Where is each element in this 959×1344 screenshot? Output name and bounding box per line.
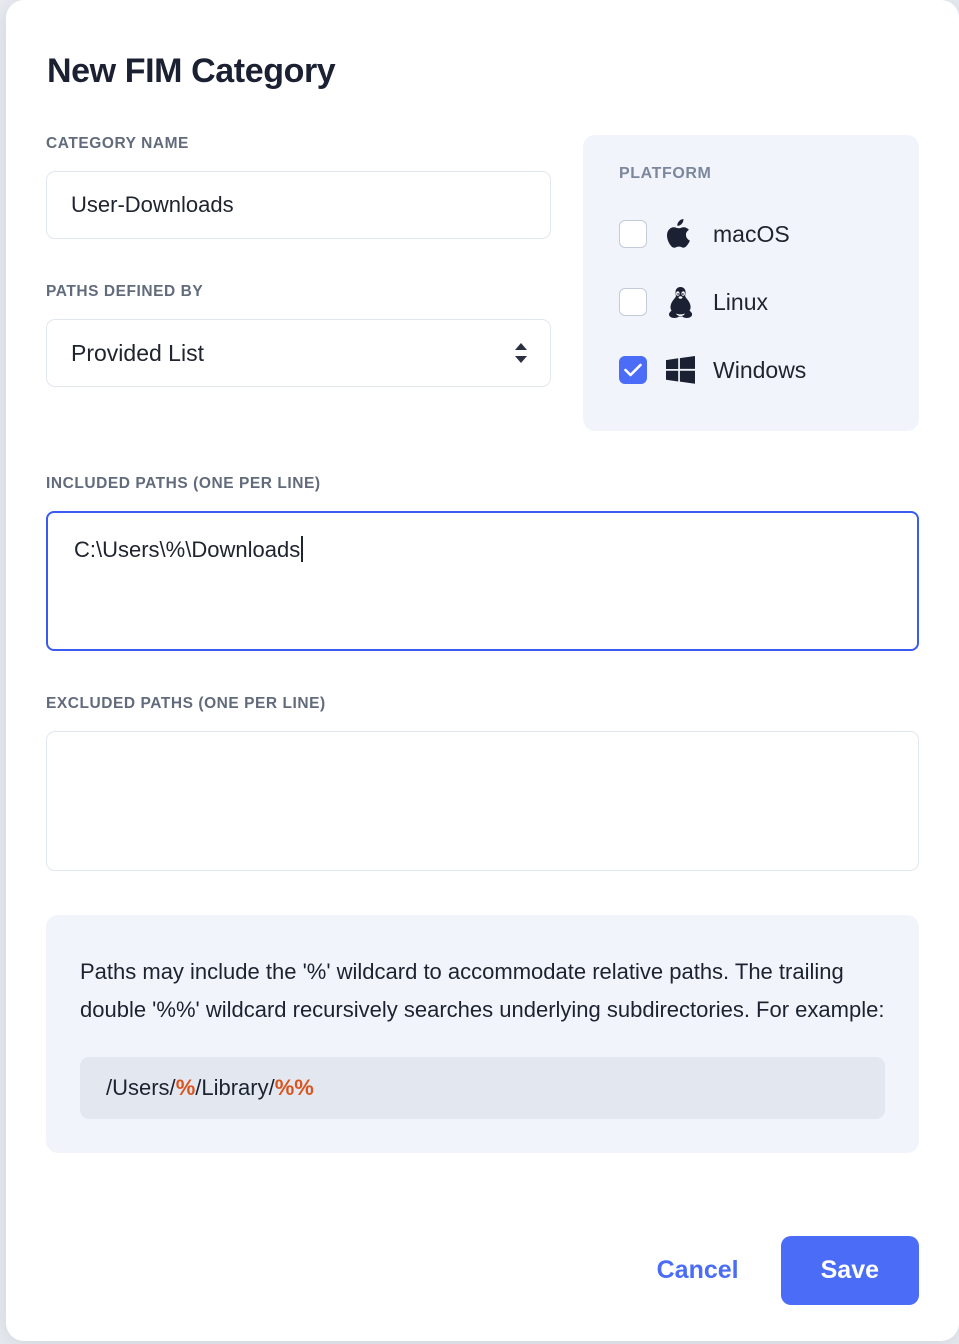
- example-wildcard-1: %: [175, 1074, 196, 1100]
- wildcard-help-panel: Paths may include the '%' wildcard to ac…: [46, 915, 919, 1153]
- example-part-1: /Users/: [106, 1074, 176, 1100]
- wildcard-example-code: /Users/%/Library/%%: [80, 1056, 885, 1119]
- linux-checkbox[interactable]: [619, 288, 647, 316]
- paths-defined-by-value: Provided List: [71, 339, 204, 366]
- included-paths-field-group: INCLUDED PATHS (ONE PER LINE) C:\Users\%…: [46, 475, 919, 651]
- cancel-button[interactable]: Cancel: [653, 1250, 743, 1291]
- save-button[interactable]: Save: [780, 1236, 919, 1305]
- included-paths-value: C:\Users\%\Downloads: [74, 537, 301, 562]
- category-name-label: CATEGORY NAME: [46, 135, 189, 152]
- page-title: New FIM Category: [47, 52, 336, 90]
- platform-option-macos[interactable]: macOS: [619, 211, 891, 257]
- included-paths-label: INCLUDED PATHS (ONE PER LINE): [46, 475, 321, 492]
- platform-option-linux[interactable]: Linux: [619, 279, 891, 325]
- linux-icon: [665, 286, 695, 318]
- example-part-2: /Library/: [195, 1074, 275, 1100]
- platform-panel: PLATFORM macOS Linux Windows: [583, 135, 919, 431]
- paths-defined-by-field-group: PATHS DEFINED BY Provided List: [46, 283, 551, 387]
- category-name-field-group: CATEGORY NAME: [46, 135, 551, 239]
- macos-checkbox[interactable]: [619, 220, 647, 248]
- screen: ries ne whether specified directories or…: [0, 0, 959, 1344]
- chevron-up-down-icon: [513, 342, 529, 364]
- left-form-column: CATEGORY NAME PATHS DEFINED BY Provided …: [46, 135, 551, 431]
- windows-icon: [665, 356, 695, 384]
- example-wildcard-2: %%: [274, 1074, 314, 1100]
- paths-defined-by-label: PATHS DEFINED BY: [46, 283, 204, 300]
- category-name-input[interactable]: [46, 171, 551, 239]
- platform-option-label: macOS: [713, 220, 790, 247]
- platform-option-label: Windows: [713, 356, 807, 383]
- dialog-footer: Cancel Save: [653, 1236, 919, 1305]
- apple-icon: [665, 219, 695, 249]
- paths-defined-by-select[interactable]: Provided List: [46, 319, 551, 387]
- name-and-platform-row: CATEGORY NAME PATHS DEFINED BY Provided …: [46, 135, 919, 431]
- platform-option-windows[interactable]: Windows: [619, 347, 891, 393]
- platform-label: PLATFORM: [619, 165, 712, 182]
- excluded-paths-textarea[interactable]: [46, 731, 919, 871]
- excluded-paths-label: EXCLUDED PATHS (ONE PER LINE): [46, 695, 326, 712]
- wildcard-help-text: Paths may include the '%' wildcard to ac…: [80, 959, 885, 1022]
- new-fim-category-dialog: New FIM Category CATEGORY NAME PATHS DEF…: [6, 0, 959, 1341]
- excluded-paths-field-group: EXCLUDED PATHS (ONE PER LINE): [46, 695, 919, 871]
- windows-checkbox[interactable]: [619, 356, 647, 384]
- platform-option-label: Linux: [713, 288, 768, 315]
- text-cursor: [301, 536, 303, 562]
- included-paths-textarea[interactable]: C:\Users\%\Downloads: [46, 511, 919, 651]
